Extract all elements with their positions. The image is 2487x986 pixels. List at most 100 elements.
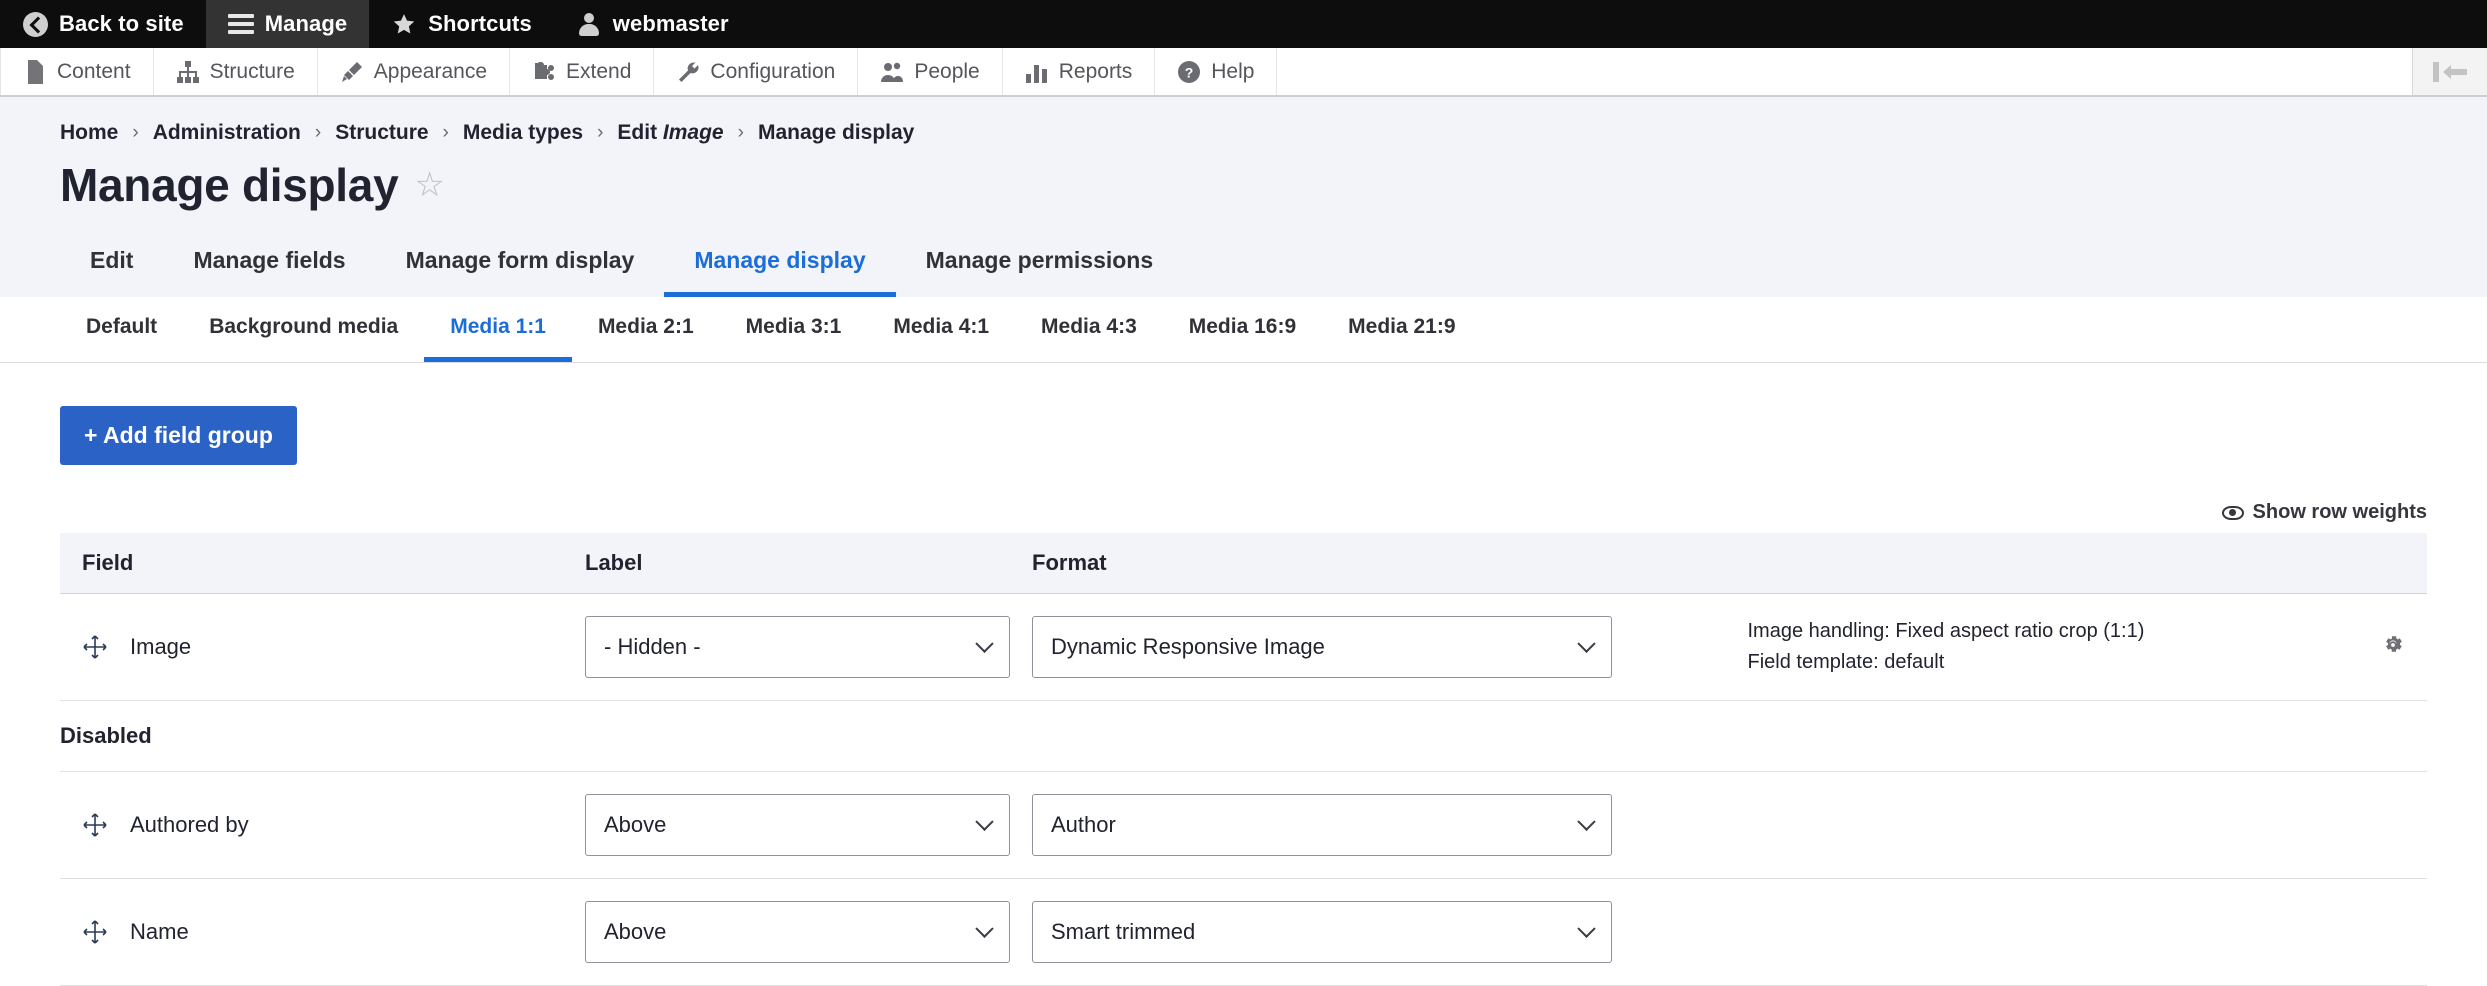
format-select-value: Smart trimmed [1051, 919, 1195, 945]
format-select-image[interactable]: Dynamic Responsive Image [1032, 616, 1612, 678]
subtab-media-4-3[interactable]: Media 4:3 [1015, 297, 1163, 362]
toolbar-item-label: Shortcuts [428, 11, 532, 37]
main-content: + Add field group Show row weights Field… [0, 363, 2487, 986]
paintbrush-icon [340, 60, 364, 84]
tab-manage-form-display[interactable]: Manage form display [376, 231, 665, 297]
format-summary: Image handling: Fixed aspect ratio crop … [1730, 616, 2145, 678]
breadcrumb-edit-entity: Image [663, 121, 724, 144]
label-select-image[interactable]: - Hidden - [585, 616, 1010, 678]
label-select-value: - Hidden - [604, 634, 701, 660]
breadcrumb: Home › Administration › Structure › Medi… [60, 121, 2427, 145]
toolbar-item-back-to-site[interactable]: Back to site [0, 0, 206, 48]
chevron-down-icon [975, 635, 993, 653]
breadcrumb-separator: › [132, 122, 138, 144]
field-label: Authored by [130, 812, 249, 838]
breadcrumb-item-media-types[interactable]: Media types [463, 121, 583, 145]
field-label: Name [130, 919, 189, 945]
breadcrumb-item-manage-display[interactable]: Manage display [758, 121, 914, 145]
admin-menu-label: Extend [566, 60, 631, 84]
collapse-toolbar-icon[interactable] [2412, 48, 2487, 95]
breadcrumb-item-administration[interactable]: Administration [153, 121, 301, 145]
back-circle-icon [22, 11, 48, 37]
drag-handle-icon[interactable] [82, 812, 108, 838]
drag-handle-icon[interactable] [82, 634, 108, 660]
bar-chart-icon [1025, 60, 1049, 84]
person-icon [576, 11, 602, 37]
subtab-default[interactable]: Default [60, 297, 183, 362]
add-field-group-button[interactable]: + Add field group [60, 406, 297, 465]
hamburger-icon [228, 11, 254, 37]
show-row-weights-toggle[interactable]: Show row weights [60, 501, 2427, 524]
toolbar-item-shortcuts[interactable]: Shortcuts [369, 0, 554, 48]
chevron-down-icon [975, 920, 993, 938]
drag-handle-icon[interactable] [82, 919, 108, 945]
admin-menu-item-help[interactable]: ? Help [1155, 48, 1277, 95]
admin-menu-item-content[interactable]: Content [0, 48, 154, 95]
table-row: Authored by Above Author [60, 772, 2427, 879]
admin-menu-label: People [914, 60, 979, 84]
breadcrumb-item-home[interactable]: Home [60, 121, 118, 145]
admin-menu-label: Configuration [710, 60, 835, 84]
toolbar-item-manage[interactable]: Manage [206, 0, 370, 48]
bookmark-star-icon[interactable]: ☆ [414, 168, 444, 202]
summary-line: Image handling: Fixed aspect ratio crop … [1748, 616, 2145, 647]
admin-menu-item-configuration[interactable]: Configuration [654, 48, 858, 95]
chevron-down-icon [975, 813, 993, 831]
label-cell: - Hidden - [585, 594, 1032, 701]
admin-menu-item-extend[interactable]: Extend [510, 48, 654, 95]
subtab-media-4-1[interactable]: Media 4:1 [867, 297, 1015, 362]
admin-menu-label: Help [1211, 60, 1254, 84]
star-icon [391, 11, 417, 37]
settings-cell [2381, 633, 2427, 662]
format-cell: Author [1032, 772, 1730, 879]
admin-menu-item-reports[interactable]: Reports [1003, 48, 1156, 95]
breadcrumb-separator: › [597, 122, 603, 144]
subtab-media-3-1[interactable]: Media 3:1 [720, 297, 868, 362]
structure-icon [176, 60, 200, 84]
toolbar-item-user[interactable]: webmaster [554, 0, 751, 48]
breadcrumb-item-edit-image[interactable]: Edit Image [617, 121, 723, 145]
subtab-media-2-1[interactable]: Media 2:1 [572, 297, 720, 362]
tab-edit[interactable]: Edit [60, 231, 163, 297]
label-select-authored-by[interactable]: Above [585, 794, 1010, 856]
format-select-name[interactable]: Smart trimmed [1032, 901, 1612, 963]
subtab-media-1-1[interactable]: Media 1:1 [424, 297, 572, 362]
page-title: Manage display [60, 161, 398, 209]
table-row: Image - Hidden - Dynamic Responsive Imag… [60, 594, 2427, 701]
summary-cell [1730, 879, 2428, 986]
column-header-label: Label [585, 533, 1032, 594]
format-select-authored-by[interactable]: Author [1032, 794, 1612, 856]
admin-menu-item-structure[interactable]: Structure [154, 48, 318, 95]
subtab-media-16-9[interactable]: Media 16:9 [1163, 297, 1322, 362]
column-header-format: Format [1032, 533, 2427, 594]
label-cell: Above [585, 879, 1032, 986]
table-header: Field Label Format [60, 533, 2427, 594]
subtab-media-21-9[interactable]: Media 21:9 [1322, 297, 1481, 362]
tab-manage-fields[interactable]: Manage fields [163, 231, 375, 297]
summary-cell: Image handling: Fixed aspect ratio crop … [1730, 594, 2428, 701]
format-cell: Dynamic Responsive Image [1032, 594, 1730, 701]
gear-icon[interactable] [2381, 633, 2405, 657]
breadcrumb-separator: › [738, 122, 744, 144]
chevron-down-icon [1577, 635, 1595, 653]
admin-menu-item-appearance[interactable]: Appearance [318, 48, 510, 95]
admin-menu-item-people[interactable]: People [858, 48, 1002, 95]
field-display-table: Field Label Format Image [60, 533, 2427, 986]
admin-menu-label: Structure [210, 60, 295, 84]
subtab-background-media[interactable]: Background media [183, 297, 424, 362]
secondary-tabs: Default Background media Media 1:1 Media… [0, 297, 2487, 363]
field-cell: Image [60, 594, 585, 701]
toolbar-item-label: Manage [265, 11, 348, 37]
label-cell: Above [585, 772, 1032, 879]
people-icon [880, 60, 904, 84]
label-select-name[interactable]: Above [585, 901, 1010, 963]
toolbar-item-label: Back to site [59, 11, 184, 37]
breadcrumb-item-structure[interactable]: Structure [335, 121, 428, 145]
breadcrumb-separator: › [443, 122, 449, 144]
tab-manage-display[interactable]: Manage display [664, 231, 895, 297]
admin-menu-bar: Content Structure Appearance Extend [0, 48, 2487, 97]
chevron-down-icon [1577, 813, 1595, 831]
label-select-value: Above [604, 812, 666, 838]
tab-manage-permissions[interactable]: Manage permissions [896, 231, 1184, 297]
breadcrumb-separator: › [315, 122, 321, 144]
